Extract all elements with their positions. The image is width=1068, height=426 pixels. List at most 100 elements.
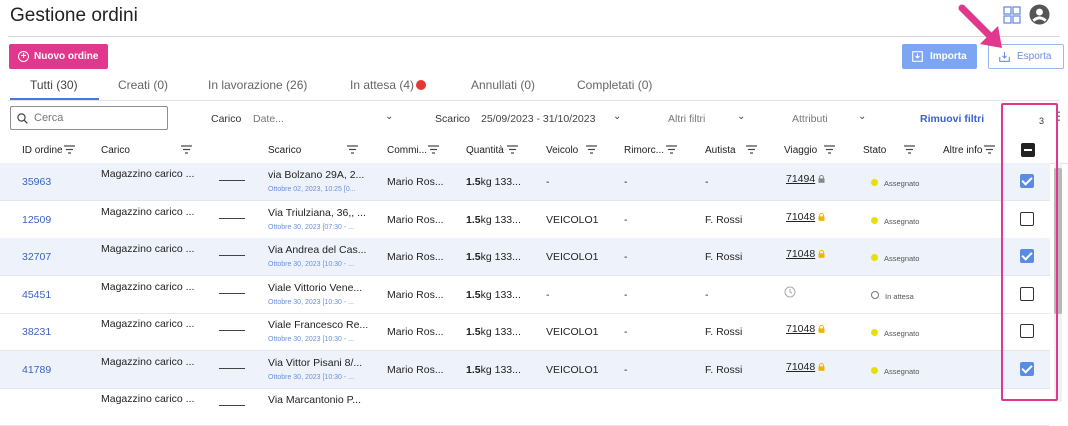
more-filters-select[interactable]: Altri filtri: [668, 113, 705, 125]
table-row[interactable]: 38231 Magazzino carico ... Viale Francesco…: [0, 313, 1050, 351]
search-input[interactable]: Cerca: [10, 106, 168, 130]
scarico-date: Ottobre 30, 2023 [10:30 - ...: [268, 336, 354, 343]
vehicle-cell: VEICOLO1: [546, 326, 599, 338]
tab-in-attesa[interactable]: In attesa (4): [350, 78, 427, 92]
tab-creati[interactable]: Creati (0): [118, 78, 168, 92]
status-dot-icon: [871, 254, 878, 261]
column-header-quantita[interactable]: Quantità: [466, 145, 504, 156]
table-row[interactable]: 41789 Magazzino carico ... Via Vittor Pisa…: [0, 351, 1050, 389]
scarico-date: Ottobre 30, 2023 [07:30 - ...: [268, 224, 354, 231]
scarico-date-select[interactable]: 25/09/2023 - 31/10/2023: [481, 113, 595, 125]
chevron-down-icon[interactable]: ⌄: [385, 111, 393, 122]
plus-icon: +: [18, 51, 29, 62]
trip-cell[interactable]: 71048: [786, 211, 825, 223]
order-id-link[interactable]: 45451: [22, 289, 51, 301]
new-order-button[interactable]: + Nuovo ordine: [9, 44, 108, 69]
column-header-autista[interactable]: Autista: [705, 145, 736, 156]
carico-cell: Magazzino carico ...: [101, 206, 195, 218]
tab-completati[interactable]: Completati (0): [577, 78, 652, 92]
filter-lines-icon[interactable]: [181, 145, 192, 154]
quantity-cell: 1.5kg 133...: [466, 176, 521, 188]
lock-icon: [818, 250, 825, 258]
status-dot-icon: [871, 367, 878, 374]
quantity-cell: 1.5kg 133...: [466, 214, 521, 226]
filter-lines-icon[interactable]: [666, 145, 677, 154]
order-id-link[interactable]: 32707: [22, 251, 51, 263]
filter-lines-icon[interactable]: [64, 145, 75, 154]
trip-link[interactable]: 71048: [786, 248, 815, 260]
trip-link[interactable]: 71494: [786, 173, 815, 185]
order-id-link[interactable]: 35963: [22, 176, 51, 188]
tab-in-lavorazione[interactable]: In lavorazione (26): [208, 78, 307, 92]
status-dot-icon: [871, 329, 878, 336]
quantity-rest: kg 133...: [480, 251, 521, 263]
column-header-carico[interactable]: Carico: [101, 145, 130, 156]
table-row[interactable]: 32707 Magazzino carico ... Via Andrea del …: [0, 238, 1050, 276]
table-row[interactable]: 45451 Magazzino carico ... Viale Vittorio …: [0, 276, 1050, 314]
chevron-down-icon[interactable]: ⌄: [858, 111, 866, 122]
quantity-cell: 1.5kg 133...: [466, 326, 521, 338]
trip-cell[interactable]: 71048: [786, 361, 825, 373]
export-label: Esporta: [1017, 51, 1052, 62]
trailer-cell: -: [624, 326, 628, 338]
order-id-link[interactable]: 38231: [22, 326, 51, 338]
scarico-cell: Via Triulziana, 36,, ...: [268, 207, 366, 219]
column-header-viaggio[interactable]: Viaggio: [784, 145, 817, 156]
scarico-date: Ottobre 30, 2023 [10:30 - ...: [268, 261, 354, 268]
filter-lines-icon[interactable]: [507, 145, 518, 154]
filter-lines-icon[interactable]: [746, 145, 757, 154]
driver-cell: -: [705, 289, 709, 301]
filter-lines-icon[interactable]: [586, 145, 597, 154]
trailer-cell: -: [624, 251, 628, 263]
vehicle-cell: VEICOLO1: [546, 214, 599, 226]
quantity-value: 1.5: [466, 251, 481, 263]
filter-lines-icon[interactable]: [428, 145, 439, 154]
scarico-cell: Viale Francesco Re...: [268, 319, 369, 331]
trip-cell[interactable]: 71048: [786, 248, 825, 260]
column-header-scarico[interactable]: Scarico: [268, 145, 301, 156]
route-arrow-icon: [219, 180, 245, 181]
remove-filters-link[interactable]: Rimuovi filtri: [920, 113, 984, 125]
column-header-stato[interactable]: Stato: [863, 145, 886, 156]
chevron-down-icon[interactable]: ⌄: [737, 111, 745, 122]
filter-lines-icon[interactable]: [824, 145, 835, 154]
carico-cell: Magazzino carico ...: [101, 393, 195, 405]
filter-lines-icon[interactable]: [347, 145, 358, 154]
column-header-committente[interactable]: Commi...: [387, 145, 427, 156]
trip-cell[interactable]: 71048: [786, 323, 825, 335]
trip-link[interactable]: 71048: [786, 323, 815, 335]
tab-tutti[interactable]: Tutti (30): [30, 78, 78, 92]
trip-link[interactable]: 71048: [786, 211, 815, 223]
column-header-rimorchio[interactable]: Rimorc...: [624, 145, 664, 156]
table-row[interactable]: 12509 Magazzino carico ... Via Triulziana,…: [0, 201, 1050, 239]
header-divider: [8, 36, 1060, 37]
status-label: In attesa: [885, 292, 914, 301]
filter-lines-icon[interactable]: [984, 145, 995, 154]
table-row[interactable]: Magazzino carico ... Via Marcantonio P...: [0, 388, 1050, 426]
quantity-value: 1.5: [466, 326, 481, 338]
driver-cell: -: [705, 176, 709, 188]
trip-link[interactable]: 71048: [786, 361, 815, 373]
chevron-down-icon[interactable]: ⌄: [613, 111, 621, 122]
carico-cell: Magazzino carico ...: [101, 281, 195, 293]
column-header-id[interactable]: ID ordine: [22, 145, 63, 156]
attributes-select[interactable]: Attributi: [792, 113, 828, 125]
clock-icon: [784, 286, 796, 298]
table-row[interactable]: 35963 Magazzino carico ... via Bolzano 29A…: [0, 163, 1050, 201]
search-icon: [17, 112, 28, 124]
lock-icon: [818, 325, 825, 333]
quantity-rest: kg 133...: [480, 176, 521, 188]
order-id-link[interactable]: 12509: [22, 214, 51, 226]
order-id-link[interactable]: 41789: [22, 364, 51, 376]
filter-lines-icon[interactable]: [904, 145, 915, 154]
scarico-date: Ottobre 30, 2023 [10:30 - ...: [268, 374, 354, 381]
tab-annullati[interactable]: Annullati (0): [471, 78, 535, 92]
carico-date-select[interactable]: Date...: [253, 113, 284, 125]
status-label: Assegnato: [884, 329, 920, 338]
trip-cell[interactable]: 71494: [786, 173, 825, 185]
carico-cell: Magazzino carico ...: [101, 243, 195, 255]
vehicle-cell: -: [546, 289, 550, 301]
column-header-altre-info[interactable]: Altre info: [943, 145, 982, 156]
column-header-veicolo[interactable]: Veicolo: [546, 145, 578, 156]
user-avatar-icon[interactable]: [1029, 4, 1050, 25]
